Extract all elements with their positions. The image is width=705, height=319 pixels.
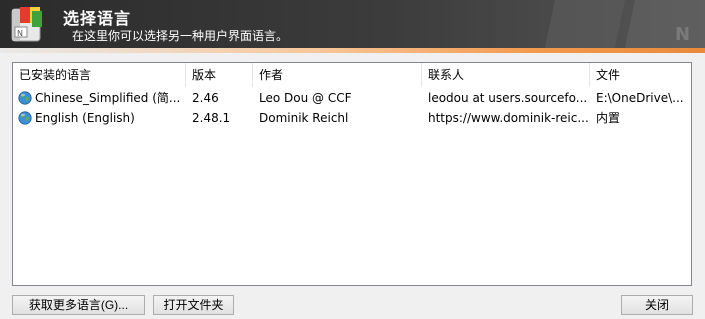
column-header-contact[interactable]: 联系人 [422, 63, 590, 87]
column-header-version[interactable]: 版本 [186, 63, 253, 87]
cell-author: Dominik Reichl [259, 111, 349, 125]
close-button[interactable]: 关闭 [621, 295, 693, 315]
column-header-language[interactable]: 已安装的语言 [13, 63, 186, 87]
banner-decoration: N [543, 0, 705, 48]
select-language-dialog: N N 选择语言 在这里你可以选择另一种用户界面语言。 已安装的语言 版本 作者… [0, 0, 705, 319]
banner-accent-line [0, 48, 705, 53]
dialog-title: 选择语言 [63, 9, 132, 28]
language-name: English (English) [35, 111, 135, 125]
globe-icon [18, 91, 32, 105]
cell-version: 2.48.1 [192, 111, 231, 125]
language-book-icon: N [11, 7, 42, 42]
table-row[interactable]: Chinese_Simplified (简... 2.46 Leo Dou @ … [13, 88, 691, 108]
cell-contact: https://www.dominik-reic... [428, 111, 589, 125]
cell-author: Leo Dou @ CCF [259, 91, 352, 105]
cell-language: English (English) [13, 108, 186, 128]
globe-icon [18, 111, 32, 125]
cell-file: E:\OneDrive\... [596, 91, 684, 105]
svg-text:N: N [17, 29, 23, 38]
cell-version: 2.46 [192, 91, 219, 105]
column-header-file[interactable]: 文件 [590, 63, 691, 87]
list-header: 已安装的语言 版本 作者 联系人 文件 [13, 63, 691, 87]
language-name: Chinese_Simplified (简... [35, 91, 181, 105]
cell-contact: leodou at users.sourcefo... [428, 91, 588, 105]
installed-languages-list[interactable]: 已安装的语言 版本 作者 联系人 文件 Chinese_Simplified (… [12, 62, 692, 286]
cell-file: 内置 [596, 111, 621, 125]
table-row[interactable]: English (English) 2.48.1 Dominik Reichl … [13, 108, 691, 128]
column-header-author[interactable]: 作者 [253, 63, 422, 87]
svg-text:N: N [675, 24, 690, 45]
dialog-subtitle: 在这里你可以选择另一种用户界面语言。 [72, 29, 289, 43]
dialog-banner: N N 选择语言 在这里你可以选择另一种用户界面语言。 [0, 0, 705, 48]
cell-language: Chinese_Simplified (简... [13, 88, 186, 108]
open-folder-button[interactable]: 打开文件夹 [153, 295, 234, 315]
get-more-languages-button[interactable]: 获取更多语言(G)... [12, 295, 145, 315]
